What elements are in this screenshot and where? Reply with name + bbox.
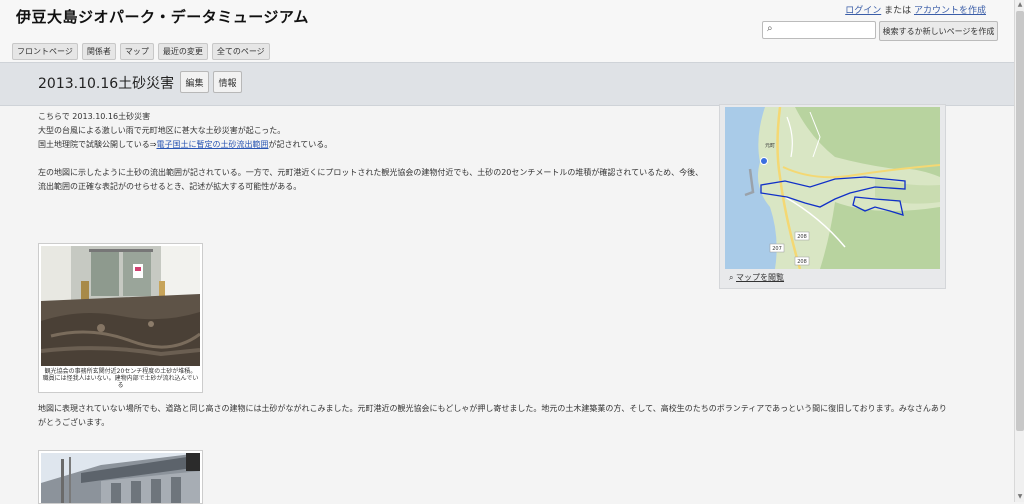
nav-all-pages[interactable]: 全てのページ	[211, 43, 270, 60]
create-account-link[interactable]: アカウントを作成	[914, 6, 986, 16]
view-map-link-label: マップを閲覧	[736, 273, 785, 282]
photo-tourism-office: 観光協会の事務所玄関付近20センチ程度の土砂が堆積。職員には怪我人はいない。建物…	[38, 243, 203, 393]
page-content: こちらで 2013.10.16土砂災害 大型の台風による激しい雨で元町地区に甚大…	[38, 110, 710, 194]
edit-button[interactable]: 編集	[180, 71, 209, 93]
content-paragraph-3: 地図に表現されていない場所でも、道路と同じ高さの建物には土砂がながれこみました。…	[38, 404, 947, 427]
landslide-map[interactable]: 207 208 208 元町	[725, 107, 940, 269]
login-link[interactable]: ログイン	[845, 6, 881, 16]
photo-tourism-office-image[interactable]	[41, 246, 200, 366]
map-panel: 207 208 208 元町 ⌕ マップを閲覧	[719, 104, 946, 289]
map-road-label-208b: 208	[797, 259, 807, 265]
content-line-1: こちらで 2013.10.16土砂災害	[38, 112, 151, 121]
content-line-2: 大型の台風による激しい雨で元町地区に甚大な土砂災害が起こった。	[38, 126, 286, 135]
vertical-scrollbar[interactable]: ▲ ▼	[1014, 0, 1024, 502]
content-line-3: 国土地理院で試験公開している⇒電子国土に暫定の土砂流出範囲が記されている。	[38, 138, 710, 152]
user-links: ログイン または アカウントを作成	[845, 3, 986, 16]
page-title: 2013.10.16土砂災害	[38, 76, 175, 92]
main-nav: フロントページ 関係者 マップ 最近の変更 全てのページ	[12, 43, 270, 60]
site-header: 伊豆大島ジオパーク・データミュージアム フロントページ 関係者 マップ 最近の変…	[0, 0, 1014, 62]
photo-tourism-office-caption: 観光協会の事務所玄関付近20センチ程度の土砂が堆積。職員には怪我人はいない。建物…	[42, 368, 199, 389]
map-road-label-207: 207	[772, 246, 782, 252]
photo-street	[38, 450, 203, 504]
map-road-label-208: 208	[797, 234, 807, 240]
info-button[interactable]: 情報	[213, 71, 242, 93]
search-box: ⌕	[762, 21, 876, 39]
scroll-up-arrow-icon[interactable]: ▲	[1016, 1, 1024, 9]
search-icon: ⌕	[729, 273, 734, 282]
content-line-3-pre: 国土地理院で試験公開している⇒	[38, 140, 157, 149]
nav-recent-changes[interactable]: 最近の変更	[157, 43, 208, 60]
scroll-down-arrow-icon[interactable]: ▼	[1016, 493, 1024, 501]
search-icon: ⌕	[767, 23, 773, 34]
nav-front-page[interactable]: フロントページ	[12, 43, 78, 60]
or-text: または	[884, 6, 912, 16]
page-title-bar: 2013.10.16土砂災害 編集 情報	[0, 62, 1014, 106]
search-input[interactable]	[777, 23, 871, 35]
landslide-map-link[interactable]: 電子国土に暫定の土砂流出範囲	[156, 140, 268, 149]
content-paragraph-2: 左の地図に示したように土砂の流出範囲が記されている。一方で、元町港近くにプロット…	[38, 168, 704, 191]
search-or-create-button[interactable]: 検索するか新しいページを作成	[879, 21, 998, 41]
nav-map[interactable]: マップ	[119, 43, 154, 60]
map-town-label: 元町	[765, 143, 775, 149]
scroll-thumb[interactable]	[1016, 11, 1024, 431]
view-map-link[interactable]: ⌕ マップを閲覧	[729, 272, 784, 283]
nav-members[interactable]: 関係者	[81, 43, 116, 60]
site-title[interactable]: 伊豆大島ジオパーク・データミュージアム	[16, 6, 309, 27]
content-line-3-post: が記されている。	[268, 140, 333, 149]
photo-street-image[interactable]	[41, 453, 200, 503]
